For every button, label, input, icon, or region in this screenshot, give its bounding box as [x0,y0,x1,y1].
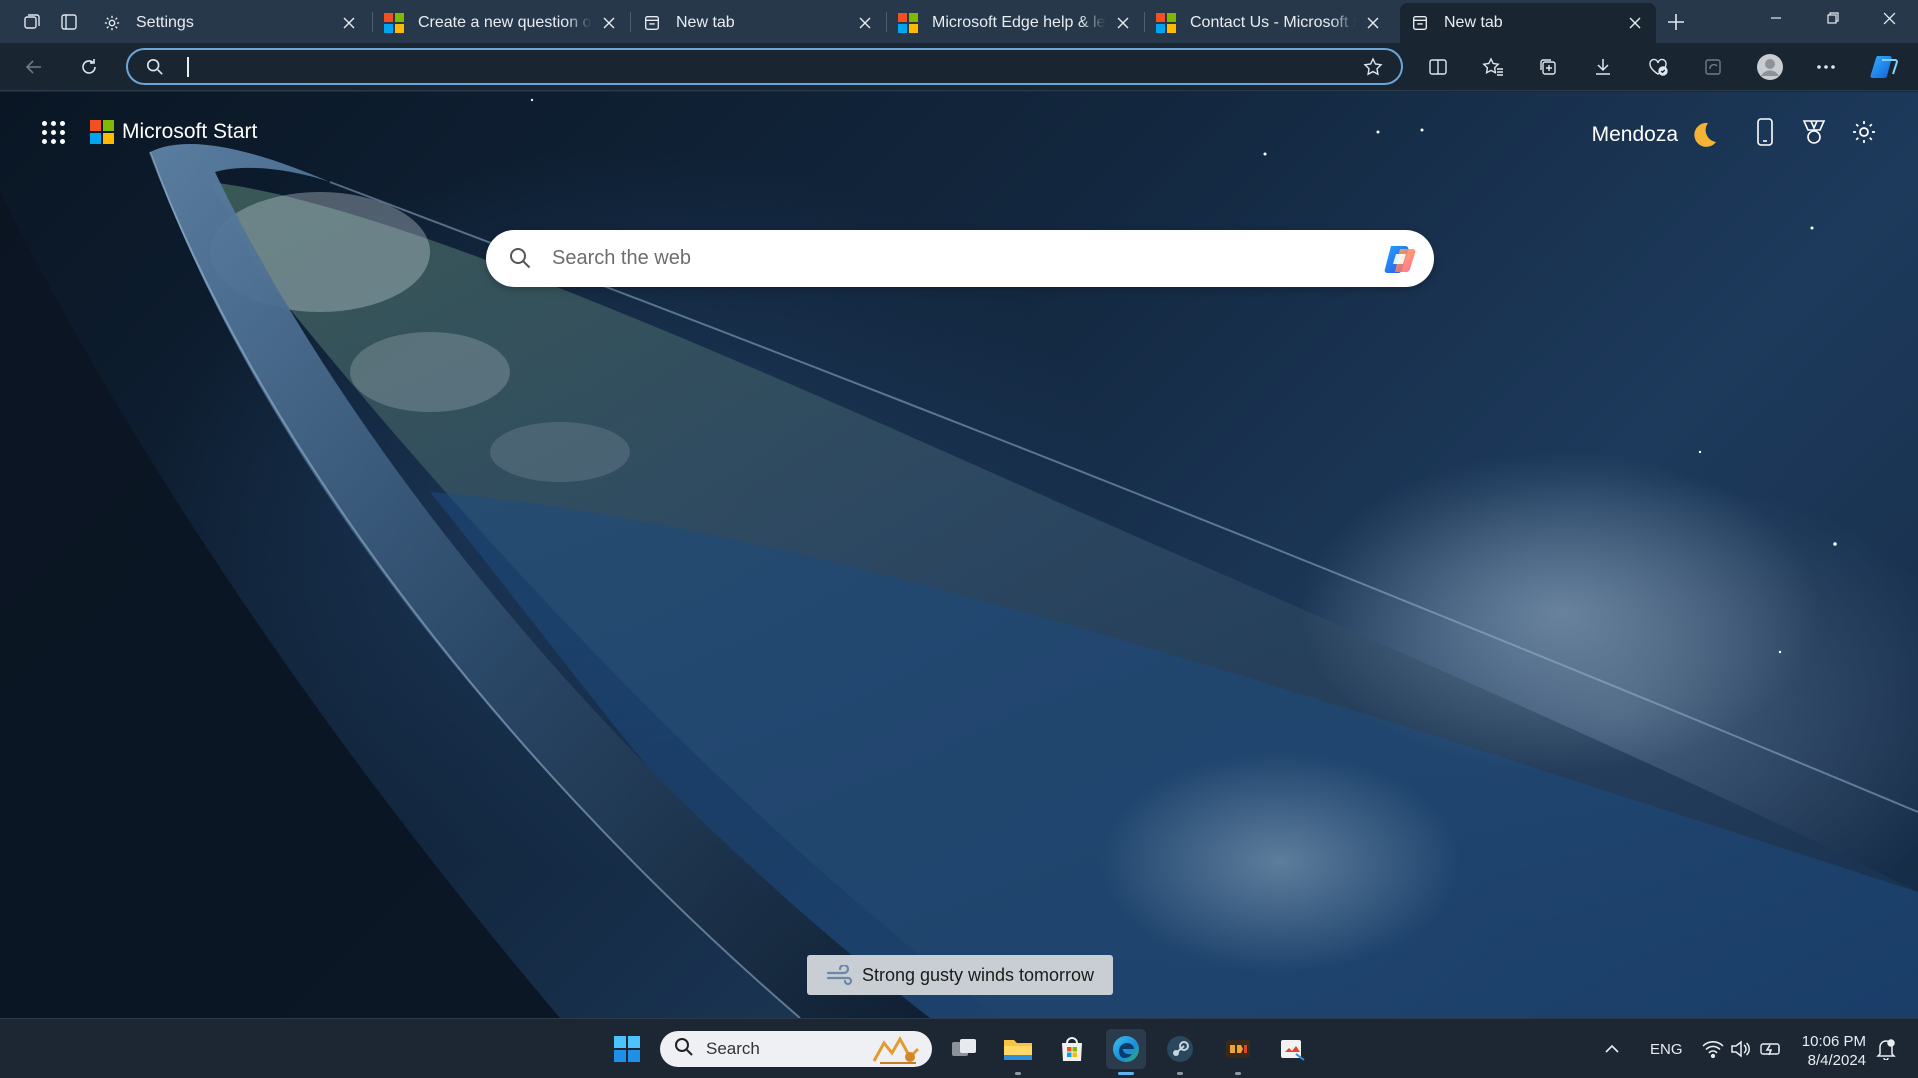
back-arrow-icon[interactable] [16,51,52,83]
tab-title: Contact Us - Microsoft Support [1190,14,1356,31]
new-tab-plus-icon[interactable] [1662,8,1690,36]
browser-toolbar [0,43,1918,91]
tab-title: Microsoft Edge help & learning [932,14,1106,31]
close-window-icon[interactable] [1866,0,1912,36]
tab-actions-icon[interactable] [55,8,83,36]
search-highlight-icon [872,1035,920,1064]
windows-taskbar: Search ENG 10:06 PM 8/4/2024 [0,1018,1918,1078]
tab-create-question[interactable]: Create a new question or start a discuss… [374,3,630,43]
clock-date: 8/4/2024 [1807,1052,1866,1069]
copilot-icon[interactable] [1382,240,1420,278]
split-screen-icon[interactable] [1420,51,1456,83]
newtab-icon [642,13,662,33]
more-menu-icon[interactable] [1808,51,1844,83]
show-hidden-icons-chevron-icon[interactable] [1604,1019,1620,1078]
taskbar-search[interactable]: Search [660,1031,932,1067]
tab-title: New tab [676,14,735,31]
copilot-icon[interactable] [1866,51,1902,83]
input-language[interactable]: ENG [1650,1019,1683,1078]
tab-new-tab-active[interactable]: New tab [1400,3,1656,43]
running-indicator [1235,1072,1241,1075]
tab-separator [372,12,373,32]
tab-strip: Settings Create a new question or start … [0,0,1918,43]
microsoft-store-icon[interactable] [1052,1029,1092,1069]
close-icon[interactable] [1112,12,1134,34]
moon-icon [1694,122,1716,147]
tab-separator [886,12,887,32]
collections-icon[interactable] [1530,51,1566,83]
weather-location[interactable]: Mendoza [1592,120,1718,150]
phone-icon[interactable] [1749,116,1781,148]
close-icon[interactable] [854,12,876,34]
running-indicator [1015,1072,1021,1075]
extension-icon[interactable] [1695,51,1731,83]
edge-browser-icon[interactable] [1106,1029,1146,1075]
weather-alert-text: Strong gusty winds tomorrow [861,964,1095,985]
microsoft-logo-icon [1156,13,1176,33]
tab-separator [630,12,631,32]
microsoft-logo-icon [898,13,918,33]
tab-new-tab[interactable]: New tab [632,3,886,43]
microsoft-logo-icon [90,120,114,144]
tab-title: Create a new question or start a discuss… [418,14,592,31]
tab-title: Settings [136,14,194,31]
tab-edge-help[interactable]: Microsoft Edge help & learning [888,3,1144,43]
wifi-icon[interactable] [1702,1019,1724,1078]
text-caret [187,57,189,77]
favorites-icon[interactable] [1475,51,1511,83]
restore-icon[interactable] [1810,0,1856,36]
file-explorer-icon[interactable] [998,1029,1038,1075]
screen: Settings Create a new question or start … [0,0,1918,1078]
refresh-icon[interactable] [71,51,107,83]
search-icon [508,246,532,275]
snipping-tool-icon[interactable] [1272,1029,1312,1069]
tab-separator [1144,12,1145,32]
address-input[interactable] [184,54,1324,80]
volume-icon[interactable] [1730,1019,1750,1078]
clock-time: 10:06 PM [1801,1033,1866,1050]
profile-avatar-icon[interactable] [1752,51,1788,83]
workspaces-icon[interactable] [18,8,46,36]
battery-charging-icon[interactable] [1760,1019,1782,1078]
game-app-icon[interactable] [1218,1029,1258,1075]
gear-icon [102,13,122,33]
system-clock[interactable]: 10:06 PM 8/4/2024 [1802,1032,1866,1070]
app-launcher-icon[interactable] [40,119,68,147]
settings-gear-icon[interactable] [1848,116,1880,148]
notification-bell-icon[interactable] [1876,1019,1896,1078]
web-search-input[interactable] [552,244,1352,272]
start-header: Microsoft Start Mendoza [0,92,1918,172]
task-view-icon[interactable] [944,1029,984,1069]
close-icon[interactable] [338,12,360,34]
wind-icon [826,965,853,985]
favorite-star-icon[interactable] [1363,57,1383,82]
weather-alert-banner[interactable]: Strong gusty winds tomorrow [807,955,1113,995]
taskbar-search-label: Search [706,1039,760,1058]
rewards-trophy-icon[interactable] [1798,116,1830,148]
close-icon[interactable] [1362,12,1384,34]
search-icon [674,1037,694,1062]
steam-icon[interactable] [1160,1029,1200,1075]
tab-contact-us[interactable]: Contact Us - Microsoft Support [1146,3,1394,43]
location-name: Mendoza [1591,123,1678,146]
browser-essentials-icon[interactable] [1640,51,1676,83]
close-icon[interactable] [1624,12,1646,34]
microsoft-start-brand[interactable]: Microsoft Start [90,120,257,144]
newtab-icon [1410,13,1430,33]
microsoft-logo-icon [384,13,404,33]
running-indicator [1118,1072,1134,1075]
tab-settings[interactable]: Settings [92,3,370,43]
start-windows-icon[interactable] [607,1029,647,1069]
search-icon [146,58,164,81]
new-tab-page: Microsoft Start Mendoza Search the web S… [0,92,1918,1018]
tab-title: New tab [1444,14,1503,31]
brand-name: Microsoft Start [122,120,258,143]
downloads-icon[interactable] [1585,51,1621,83]
close-icon[interactable] [598,12,620,34]
minimize-icon[interactable] [1753,0,1799,36]
running-indicator [1177,1072,1183,1075]
address-bar[interactable] [126,48,1403,85]
web-search-box[interactable] [486,230,1434,287]
